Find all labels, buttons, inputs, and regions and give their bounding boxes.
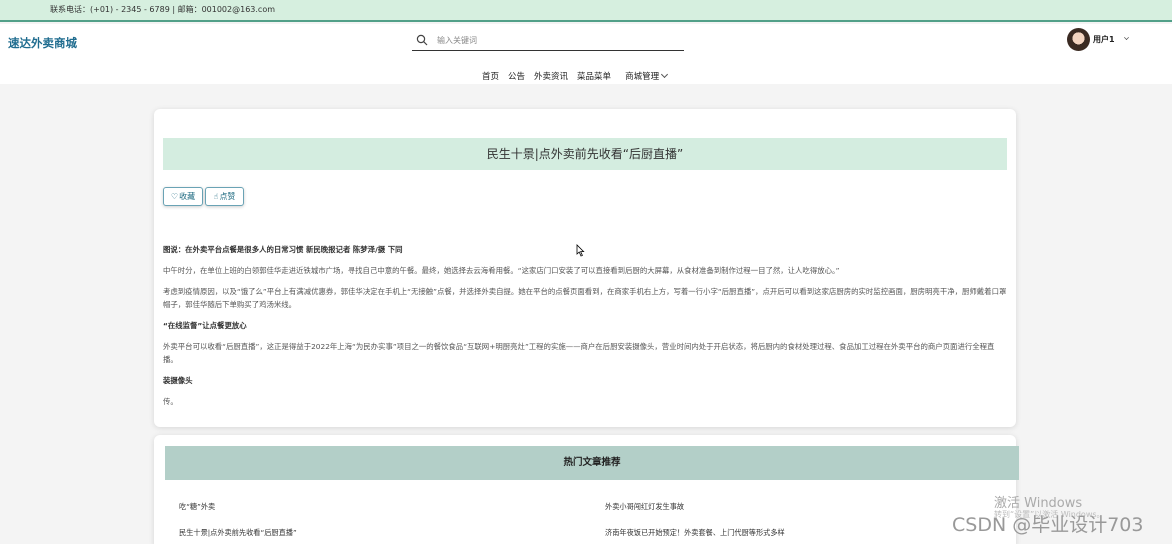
article-title: 民生十景|点外卖前先收看“后厨直播” xyxy=(486,147,684,161)
article-body: 图说：在外卖平台点餐是很多人的日常习惯 新民晚报记者 陈梦泽/摄 下同 中午时分… xyxy=(163,243,1008,416)
hot-articles-card: 热门文章推荐 吃“糖”外卖 外卖小哥闯红灯发生事故 民生十景|点外卖前先收看“后… xyxy=(154,435,1019,544)
main-nav: 首页 公告 外卖资讯 菜品菜单 商城管理 xyxy=(482,64,676,82)
heart-icon: ♡ xyxy=(170,192,179,201)
search-bar xyxy=(412,30,684,51)
nav-menu[interactable]: 菜品菜单 xyxy=(577,70,611,82)
hot-article-link[interactable]: 外卖小哥闯红灯发生事故 xyxy=(605,502,684,512)
like-button[interactable]: ☝点赞 xyxy=(205,187,244,206)
like-label: 点赞 xyxy=(219,192,236,201)
article-title-band: 民生十景|点外卖前先收看“后厨直播” xyxy=(163,138,1007,170)
thumbs-up-icon: ☝ xyxy=(213,192,219,201)
favorite-label: 收藏 xyxy=(179,192,196,201)
nav-mall-management-label: 商城管理 xyxy=(625,72,660,82)
nav-news[interactable]: 外卖资讯 xyxy=(534,70,568,82)
article-paragraph: 考虑到疫情原因，以及“饿了么”平台上有满减优惠券，郭佳华决定在手机上“无接触”点… xyxy=(163,287,1007,309)
site-brand[interactable]: 速达外卖商城 xyxy=(8,35,77,51)
top-contact-bar: 联系电话：(+01) - 2345 - 6789 | 邮箱：001002@163… xyxy=(0,0,1172,22)
hot-article-link[interactable]: 济南年夜饭已开始预定！外卖套餐、上门代厨等形式多样 xyxy=(605,528,785,538)
contact-info: 联系电话：(+01) - 2345 - 6789 | 邮箱：001002@163… xyxy=(50,5,276,14)
favorite-button[interactable]: ♡收藏 xyxy=(163,187,203,206)
hot-articles-header: 热门文章推荐 xyxy=(165,446,1019,480)
article-card: 民生十景|点外卖前先收看“后厨直播” ♡收藏 ☝点赞 图说：在外卖平台点餐是很多… xyxy=(154,109,1016,427)
hot-articles-heading: 热门文章推荐 xyxy=(563,457,621,468)
article-paragraph: 传。 xyxy=(163,397,178,406)
avatar[interactable] xyxy=(1067,28,1090,51)
article-paragraph: 外卖平台可以收看“后厨直播”，这正是得益于2022年上海“为民办实事”项目之一的… xyxy=(163,342,995,364)
nav-notice[interactable]: 公告 xyxy=(508,70,525,82)
mouse-cursor-icon xyxy=(576,244,585,257)
search-input[interactable] xyxy=(437,33,677,48)
user-menu-caret-icon[interactable] xyxy=(1124,35,1129,40)
user-name[interactable]: 用户1 xyxy=(1093,34,1115,45)
article-paragraph: 图说：在外卖平台点餐是很多人的日常习惯 新民晚报记者 陈梦泽/摄 下同 xyxy=(163,245,403,254)
site-header: 速达外卖商城 首页公告外卖资讯菜品菜单 商城管理 用户1 xyxy=(0,24,1172,84)
article-subheading: “在线监督”让点餐更放心 xyxy=(163,321,247,330)
csdn-watermark: CSDN @毕业设计703 xyxy=(952,514,1144,536)
article-subheading: 装摄像头 xyxy=(163,376,193,385)
hot-article-link[interactable]: 民生十景|点外卖前先收看“后厨直播” xyxy=(179,528,297,538)
article-paragraph: 中午时分，在单位上班的白领郭佳华走进近铁城市广场，寻找自己中意的午餐。最终，她选… xyxy=(163,266,840,275)
nav-mall-management[interactable]: 商城管理 xyxy=(625,70,669,82)
hot-article-link[interactable]: 吃“糖”外卖 xyxy=(179,502,215,512)
search-icon[interactable] xyxy=(416,34,428,46)
chevron-down-icon xyxy=(661,70,669,79)
nav-home[interactable]: 首页 xyxy=(482,70,499,82)
